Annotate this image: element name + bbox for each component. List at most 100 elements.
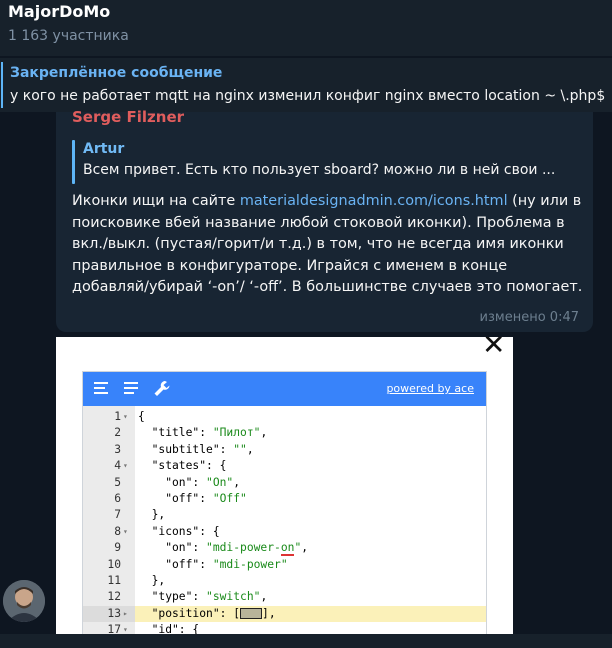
- code-line[interactable]: 1 ▾ {: [83, 409, 486, 425]
- code-token: "Пилот": [212, 426, 261, 440]
- line-number: 11: [107, 574, 121, 587]
- chat-title[interactable]: MajorDoMo: [8, 2, 110, 21]
- editor-toolbar: powered by ace: [83, 372, 486, 406]
- code-token: on: [280, 541, 295, 557]
- fold-toggle-icon[interactable]: ▾: [123, 524, 128, 540]
- code-line[interactable]: 7 },: [83, 507, 486, 523]
- message-sender[interactable]: Serge Filzner: [72, 108, 184, 126]
- code-line[interactable]: 5 "on": "On",: [83, 475, 486, 491]
- ace-json-editor: powered by ace 1 ▾{2 "title": "Пилот", 3 "…: [82, 371, 487, 634]
- line-number: 7: [114, 508, 121, 522]
- code-token: ,: [260, 426, 268, 440]
- line-number: 5: [114, 475, 121, 489]
- message-link[interactable]: materialdesignadmin.com/icons.html: [240, 193, 508, 209]
- code-token: "On": [206, 475, 234, 489]
- member-count: 1 163 участника: [8, 28, 129, 44]
- code-token: "subtitle":: [138, 442, 234, 456]
- code-line[interactable]: 3 "subtitle": "",: [83, 442, 486, 458]
- line-number: 13: [107, 606, 121, 620]
- line-number: 12: [107, 590, 121, 604]
- code-text: "icons": {: [138, 524, 220, 540]
- code-token: {: [138, 410, 145, 423]
- code-token: ,: [301, 541, 309, 555]
- code-line[interactable]: 8 ▾ "icons": {: [83, 524, 486, 540]
- code-line[interactable]: 17 ▾ "id": {: [83, 622, 486, 634]
- close-icon[interactable]: ✕: [482, 337, 505, 359]
- code-token: "mdi-power": [212, 557, 288, 571]
- message-text: Иконки ищи на сайте materialdesignadmin.…: [72, 191, 584, 299]
- message-bubble[interactable]: Serge Filzner Artur Всем привет. Есть кт…: [56, 108, 593, 332]
- code-token: "id": {: [138, 623, 200, 634]
- reply-quote[interactable]: Artur Всем привет. Есть кто пользует sbo…: [72, 140, 577, 184]
- code-token: "switch": [206, 590, 261, 604]
- code-text: "on": "mdi-power-on",: [138, 540, 309, 557]
- line-number: 9: [114, 541, 121, 555]
- code-token: "Off": [212, 492, 247, 505]
- attached-screenshot[interactable]: ✕ powered by ace 1 ▾{2 "title": "Пилот", 3…: [56, 337, 513, 634]
- code-token: "position": [: [138, 606, 241, 620]
- fold-toggle-icon[interactable]: ▾: [123, 458, 128, 474]
- message-text-start: Иконки ищи на сайте: [72, 193, 240, 209]
- line-number: 1: [114, 410, 121, 423]
- code-line[interactable]: 2 "title": "Пилот",: [83, 425, 486, 441]
- code-token: ,: [260, 590, 268, 604]
- code-token: },: [138, 574, 166, 587]
- code-token: "off":: [138, 557, 213, 571]
- composer-bar: [0, 634, 612, 648]
- pinned-text: у кого не работает mqtt на nginx изменил…: [10, 88, 606, 104]
- code-line[interactable]: 11 },: [83, 573, 486, 589]
- code-token: ,: [246, 442, 254, 456]
- pinned-title: Закреплённое сообщение: [10, 65, 223, 81]
- code-text: },: [138, 573, 166, 589]
- code-token: "": [233, 442, 247, 456]
- avatar-picture: [3, 580, 45, 622]
- line-number: 6: [114, 492, 121, 505]
- fold-toggle-icon[interactable]: ▾: [123, 409, 128, 425]
- line-number: 3: [114, 442, 121, 456]
- code-token: ],: [262, 606, 276, 620]
- code-text: "subtitle": "",: [138, 442, 254, 458]
- powered-by-ace: powered by ace: [386, 382, 474, 395]
- code-token: ,: [233, 475, 241, 489]
- code-token: "type":: [138, 590, 207, 604]
- reply-author: Artur: [83, 141, 125, 157]
- code-token: "off":: [138, 492, 213, 505]
- reply-accent-bar: [72, 140, 75, 184]
- code-text: "position": [],: [138, 606, 276, 622]
- code-text: "title": "Пилот",: [138, 425, 268, 441]
- code-line[interactable]: 10 "off": "mdi-power": [83, 557, 486, 573]
- edited-timestamp: изменено 0:47: [479, 310, 579, 325]
- collapsed-array-marker[interactable]: [240, 608, 263, 620]
- code-token: },: [138, 508, 166, 522]
- code-text: },: [138, 507, 166, 523]
- format-icon: [124, 382, 138, 394]
- fold-toggle-icon[interactable]: ▾: [123, 622, 128, 634]
- hamburger-icon: [94, 382, 108, 394]
- wrench-icon: [154, 381, 170, 396]
- code-line[interactable]: 9 "on": "mdi-power-on",: [83, 540, 486, 557]
- code-token: "on":: [138, 475, 207, 489]
- code-text: {: [138, 409, 145, 425]
- pinned-message[interactable]: Закреплённое сообщение у кого не работае…: [0, 58, 612, 112]
- code-token: "title":: [138, 426, 213, 440]
- code-line[interactable]: 4 ▾ "states": {: [83, 458, 486, 474]
- pinned-accent-bar: [1, 62, 3, 108]
- line-number: 8: [114, 524, 121, 538]
- code-text: "off": "mdi-power": [138, 557, 288, 573]
- code-token: "on":: [138, 541, 207, 555]
- code-token: "states": {: [138, 459, 227, 473]
- code-token: "icons": {: [138, 524, 220, 538]
- code-text: "type": "switch",: [138, 589, 268, 605]
- line-number: 10: [107, 557, 121, 571]
- line-number: 2: [114, 426, 121, 440]
- code-line[interactable]: 13 ▸ "position": [],: [83, 605, 486, 623]
- code-text: "states": {: [138, 458, 227, 474]
- fold-toggle-icon[interactable]: ▸: [123, 606, 128, 622]
- chat-header[interactable]: MajorDoMo 1 163 участника: [0, 0, 612, 56]
- code-line[interactable]: 12 "type": "switch",: [83, 589, 486, 605]
- line-number: 4: [114, 459, 121, 473]
- code-text: "on": "On",: [138, 475, 240, 491]
- line-number: 17: [107, 623, 121, 634]
- avatar[interactable]: [3, 580, 45, 622]
- code-line[interactable]: 6 "off": "Off": [83, 491, 486, 507]
